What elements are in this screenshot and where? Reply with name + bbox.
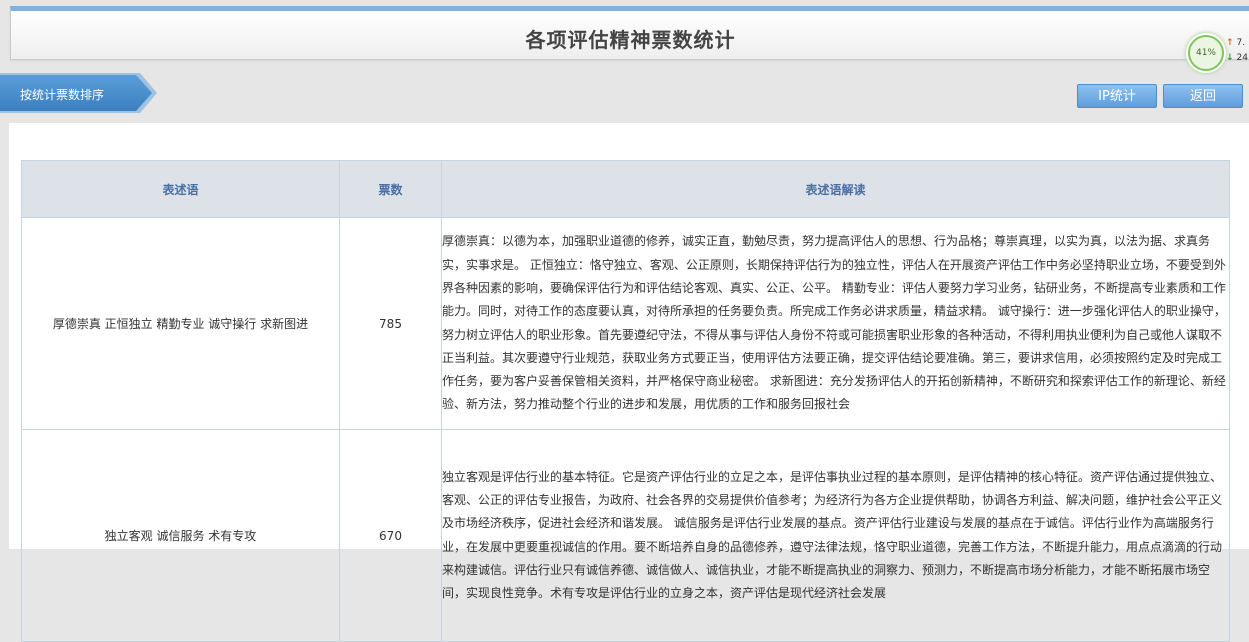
interpretation-cell: 独立客观是评估行业的基本特征。它是资产评估行业的立足之本，是评估事执业过程的基本… [441, 429, 1230, 642]
progress-gauge: 41% [1188, 35, 1224, 71]
download-stat: ↓ 24 [1226, 53, 1248, 63]
arrow-up-icon: ↑ [1226, 38, 1234, 48]
votes-cell: 670 [339, 429, 442, 642]
interpretation-cell: 厚德崇真：以德为本，加强职业道德的修养，诚实正直，勤勉尽责，努力提高评估人的思想… [441, 217, 1230, 430]
phrase-cell: 厚德崇真 正恒独立 精勤专业 诚守操行 求新图进 [21, 217, 340, 430]
table-row: 厚德崇真 正恒独立 精勤专业 诚守操行 求新图进 785 厚德崇真：以德为本，加… [21, 217, 1230, 430]
title-panel: 各项评估精神票数统计 [10, 6, 1249, 60]
upload-stat: ↑ 7. [1226, 38, 1245, 48]
back-button[interactable]: 返回 [1163, 84, 1243, 108]
column-header-votes: 票数 [339, 160, 442, 218]
table-row: 独立客观 诚信服务 术有专攻 670 独立客观是评估行业的基本特征。它是资产评估… [21, 429, 1230, 642]
sort-by-votes-tab[interactable]: 按统计票数排序 [0, 72, 158, 114]
ip-stats-button[interactable]: IP统计 [1077, 84, 1157, 108]
arrow-down-icon: ↓ [1226, 53, 1234, 63]
table-header-row: 表述语 票数 表述语解读 [21, 160, 1230, 218]
upload-value: 7. [1236, 38, 1246, 48]
phrase-cell: 独立客观 诚信服务 术有专攻 [21, 429, 340, 642]
votes-cell: 785 [339, 217, 442, 430]
download-value: 24 [1236, 53, 1248, 63]
page-title: 各项评估精神票数统计 [525, 28, 736, 52]
sort-tab-label: 按统计票数排序 [20, 88, 105, 102]
column-header-interpretation: 表述语解读 [441, 160, 1230, 218]
vote-stats-table: 表述语 票数 表述语解读 厚德崇真 正恒独立 精勤专业 诚守操行 求新图进 78… [21, 160, 1230, 642]
column-header-phrase: 表述语 [21, 160, 340, 218]
